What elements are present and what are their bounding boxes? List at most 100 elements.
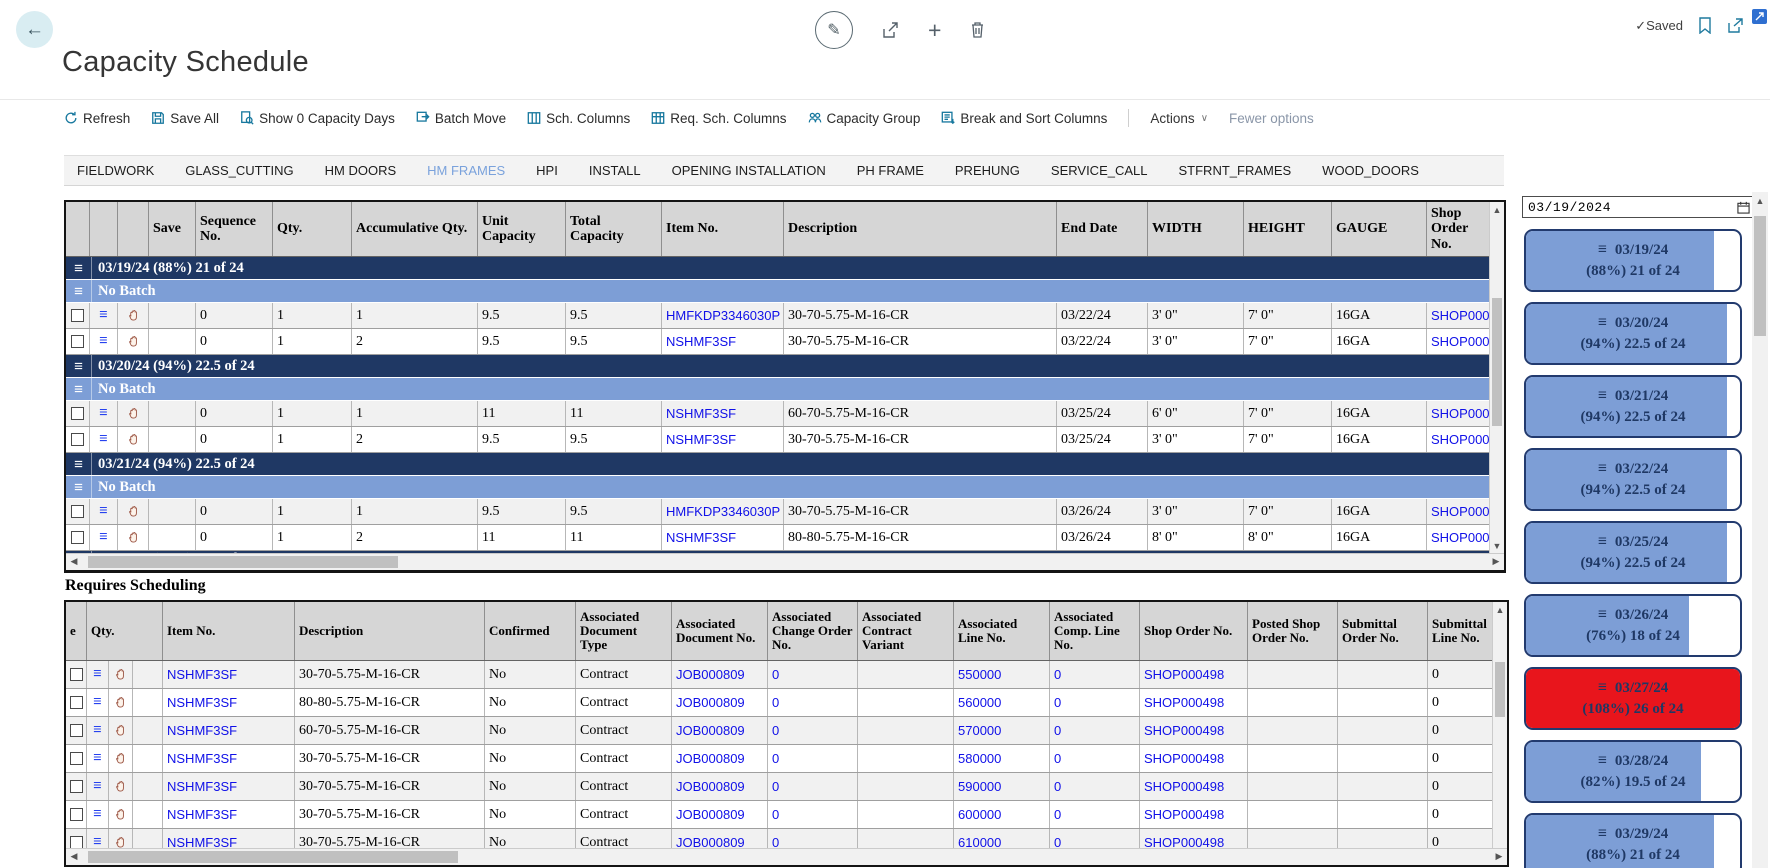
shop-order-link[interactable]: SHOP0005 (1431, 308, 1490, 323)
hold-hand-icon[interactable] (109, 717, 133, 744)
break-and-sort-columns-button[interactable]: Break and Sort Columns (941, 111, 1107, 126)
assoc-change-order-link[interactable]: 0 (772, 751, 779, 766)
cell-end-date[interactable]: 03/22/24 (1057, 303, 1148, 328)
cell-submittal-line-no[interactable]: 0 (1428, 801, 1493, 828)
cell-assoc-doc-type[interactable]: Contract (576, 689, 672, 716)
col-header-accumulative-qty[interactable]: Accumulative Qty. (352, 202, 478, 256)
cell-assoc-doc-type[interactable]: Contract (576, 717, 672, 744)
assoc-change-order-link[interactable]: 0 (772, 779, 779, 794)
scroll-left-icon[interactable]: ◀ (67, 849, 81, 863)
scroll-right-icon[interactable]: ▶ (1492, 849, 1506, 863)
cell-qty[interactable]: 1 (273, 499, 352, 524)
assoc-comp-line-no-link[interactable]: 0 (1054, 807, 1061, 822)
col-header-assoc-comp-line-no[interactable]: Associated Comp. Line No. (1050, 602, 1140, 660)
cell-submittal-order-no[interactable] (1338, 801, 1428, 828)
scroll-left-icon[interactable]: ◀ (67, 554, 81, 568)
capacity-tab[interactable]: PH FRAME (857, 163, 924, 178)
cell-description[interactable]: 60-70-5.75-M-16-CR (295, 717, 485, 744)
cell-gauge[interactable]: 16GA (1332, 499, 1427, 524)
cell-unit-capacity[interactable]: 9.5 (478, 499, 566, 524)
card-menu-icon[interactable]: ≡ (1598, 460, 1607, 477)
cell-assoc-doc-type[interactable]: Contract (576, 801, 672, 828)
card-menu-icon[interactable]: ≡ (1598, 314, 1607, 331)
cell-save[interactable] (149, 303, 196, 328)
cell-total-capacity[interactable]: 11 (566, 401, 662, 426)
col-header-sequence-no[interactable]: Sequence No. (196, 202, 273, 256)
cell-qty[interactable]: 1 (273, 303, 352, 328)
horizontal-scrollbar[interactable]: ◀ ▶ (66, 553, 1504, 570)
schedule-date-input[interactable]: 03/19/2024 (1522, 196, 1756, 218)
cell-confirmed[interactable]: No (485, 717, 576, 744)
hold-hand-icon[interactable] (109, 773, 133, 800)
cell-accumulative-qty[interactable]: 2 (352, 427, 478, 452)
cell-unit-capacity[interactable]: 9.5 (478, 329, 566, 354)
cell-assoc-doc-type[interactable]: Contract (576, 661, 672, 688)
cell-posted-shop-order-no[interactable] (1248, 773, 1338, 800)
row-menu-icon[interactable]: ≡ (93, 835, 102, 849)
row-menu-icon[interactable]: ≡ (99, 334, 108, 349)
cell-description[interactable]: 30-70-5.75-M-16-CR (784, 303, 1057, 328)
hold-hand-icon[interactable] (109, 745, 133, 772)
cell-description[interactable]: 30-70-5.75-M-16-CR (295, 829, 485, 849)
assoc-doc-no-link[interactable]: JOB000809 (676, 723, 745, 738)
day-group-band[interactable]: ≡ 03/19/24 (88%) 21 of 24 (66, 257, 1490, 280)
cell-height[interactable]: 7' 0" (1244, 427, 1332, 452)
item-no-link[interactable]: NSHMF3SF (167, 835, 237, 849)
item-no-link[interactable]: NSHMF3SF (666, 530, 736, 545)
cell-submittal-order-no[interactable] (1338, 829, 1428, 849)
cell-qty[interactable] (133, 773, 163, 800)
req-sch-columns-button[interactable]: Req. Sch. Columns (651, 111, 786, 126)
cell-submittal-line-no[interactable]: 0 (1428, 717, 1493, 744)
cell-width[interactable]: 6' 0" (1148, 401, 1244, 426)
cell-qty[interactable] (133, 801, 163, 828)
cell-assoc-doc-type[interactable]: Contract (576, 829, 672, 849)
col-header-assoc-doc-no[interactable]: Associated Document No. (672, 602, 768, 660)
cell-total-capacity[interactable]: 9.5 (566, 499, 662, 524)
assoc-doc-no-link[interactable]: JOB000809 (676, 695, 745, 710)
cell-end-date[interactable]: 03/25/24 (1057, 427, 1148, 452)
cell-description[interactable]: 30-70-5.75-M-16-CR (295, 745, 485, 772)
hold-hand-icon[interactable] (118, 329, 149, 354)
scroll-down-icon[interactable]: ▼ (1490, 539, 1504, 553)
assoc-change-order-link[interactable]: 0 (772, 723, 779, 738)
cell-total-capacity[interactable]: 9.5 (566, 303, 662, 328)
cell-qty[interactable] (133, 689, 163, 716)
col-header-shop-order-no[interactable]: Shop Order No. (1427, 202, 1490, 256)
shop-order-link[interactable]: SHOP0005 (1431, 530, 1490, 545)
col-header-qty[interactable]: Qty. (87, 602, 163, 660)
col-header-assoc-change-order-no[interactable]: Associated Change Order No. (768, 602, 858, 660)
assoc-doc-no-link[interactable]: JOB000809 (676, 835, 745, 849)
item-no-link[interactable]: NSHMF3SF (167, 667, 237, 682)
cell-sequence-no[interactable]: 0 (196, 401, 273, 426)
col-header-height[interactable]: HEIGHT (1244, 202, 1332, 256)
requires-row[interactable]: ≡ NSHMF3SF 30-70-5.75-M-16-CR No Contrac… (66, 745, 1493, 773)
cell-submittal-line-no[interactable]: 0 (1428, 745, 1493, 772)
band-menu-icon[interactable]: ≡ (66, 453, 92, 475)
cell-width[interactable]: 3' 0" (1148, 427, 1244, 452)
requires-row[interactable]: ≡ NSHMF3SF 30-70-5.75-M-16-CR No Contrac… (66, 829, 1493, 849)
capacity-tab[interactable]: SERVICE_CALL (1051, 163, 1148, 178)
assoc-doc-no-link[interactable]: JOB000809 (676, 807, 745, 822)
capacity-tab[interactable]: STFRNT_FRAMES (1179, 163, 1292, 178)
assoc-doc-no-link[interactable]: JOB000809 (676, 667, 745, 682)
cell-description[interactable]: 30-70-5.75-M-16-CR (295, 773, 485, 800)
cell-description[interactable]: 30-70-5.75-M-16-CR (784, 499, 1057, 524)
day-group-band[interactable]: ≡ 03/21/24 (94%) 22.5 of 24 (66, 453, 1490, 476)
shop-order-link[interactable]: SHOP000498 (1144, 779, 1224, 794)
cell-gauge[interactable]: 16GA (1332, 401, 1427, 426)
capacity-tab[interactable]: HPI (536, 163, 558, 178)
bookmark-icon[interactable] (1698, 17, 1712, 34)
row-checkbox[interactable] (70, 696, 83, 709)
cell-posted-shop-order-no[interactable] (1248, 829, 1338, 849)
row-checkbox[interactable] (70, 752, 83, 765)
cell-posted-shop-order-no[interactable] (1248, 717, 1338, 744)
cell-accumulative-qty[interactable]: 1 (352, 303, 478, 328)
cell-confirmed[interactable]: No (485, 801, 576, 828)
cell-qty[interactable]: 1 (273, 329, 352, 354)
hold-hand-icon[interactable] (118, 401, 149, 426)
col-header-assoc-doc-type[interactable]: Associated Document Type (576, 602, 672, 660)
row-menu-icon[interactable]: ≡ (93, 695, 102, 710)
cell-qty[interactable] (133, 717, 163, 744)
cell-posted-shop-order-no[interactable] (1248, 801, 1338, 828)
col-header[interactable] (118, 202, 149, 256)
